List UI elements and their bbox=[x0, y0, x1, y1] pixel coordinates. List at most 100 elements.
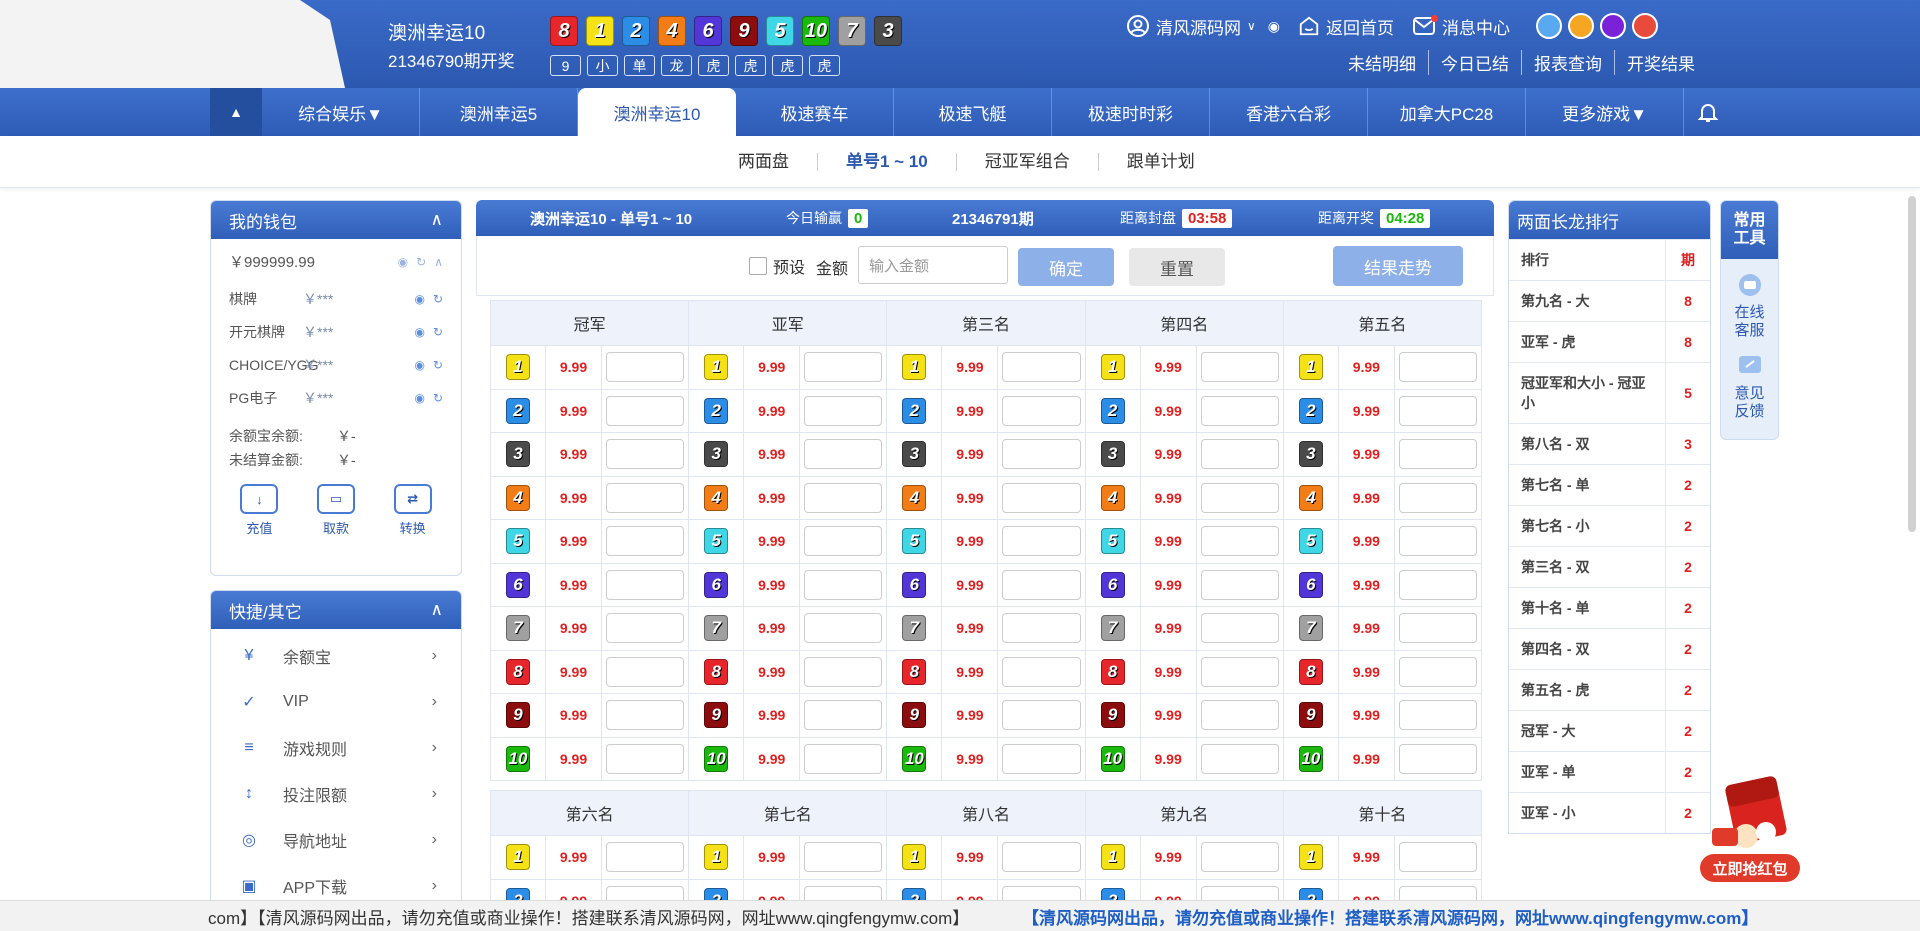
quick-item[interactable]: ◎ 导航地址 › bbox=[211, 817, 461, 863]
bet-amount-input[interactable] bbox=[1398, 842, 1478, 873]
tab-game[interactable]: 极速飞艇 bbox=[894, 88, 1052, 136]
tab-game[interactable]: 更多游戏▼ bbox=[1526, 88, 1684, 136]
eye-icon[interactable]: ◉ bbox=[1268, 18, 1280, 35]
bet-amount-input[interactable] bbox=[1200, 842, 1279, 873]
header-link[interactable]: 报表查询 bbox=[1521, 50, 1614, 75]
bet-amount-input[interactable] bbox=[1200, 885, 1279, 900]
bet-amount-input[interactable] bbox=[606, 482, 685, 513]
wallet-header[interactable]: 我的钱包 ∧ bbox=[211, 201, 461, 239]
bet-amount-input[interactable] bbox=[804, 482, 883, 513]
tab-game[interactable]: 澳洲幸运10 bbox=[578, 88, 736, 136]
bet-amount-input[interactable] bbox=[606, 613, 685, 644]
bet-amount-input[interactable] bbox=[1200, 526, 1279, 557]
quick-item[interactable]: ✓ VIP › bbox=[211, 679, 461, 725]
bet-amount-input[interactable] bbox=[804, 526, 883, 557]
tab-game[interactable]: 加拿大PC28 bbox=[1368, 88, 1526, 136]
bet-amount-input[interactable] bbox=[804, 743, 883, 774]
theme-color-button[interactable] bbox=[1568, 13, 1595, 39]
bet-amount-input[interactable] bbox=[1398, 526, 1478, 557]
bet-amount-input[interactable] bbox=[1200, 482, 1279, 513]
tab-game[interactable]: 极速赛车 bbox=[736, 88, 894, 136]
bet-amount-input[interactable] bbox=[804, 352, 883, 383]
wallet-action-button[interactable]: ⇄ 转换 bbox=[393, 484, 432, 537]
tab-game[interactable]: 香港六合彩 bbox=[1210, 88, 1368, 136]
bet-amount-input[interactable] bbox=[1398, 439, 1478, 470]
trend-button[interactable]: 结果走势 bbox=[1333, 246, 1463, 286]
bet-amount-input[interactable] bbox=[804, 885, 883, 900]
bell-icon[interactable] bbox=[1688, 88, 1728, 136]
bet-amount-input[interactable] bbox=[606, 743, 685, 774]
eye-icon[interactable]: ◉ bbox=[414, 391, 424, 405]
bet-amount-input[interactable] bbox=[606, 439, 685, 470]
theme-color-button[interactable] bbox=[1600, 13, 1627, 39]
message-center-link[interactable]: 消息中心 bbox=[1412, 14, 1510, 39]
subnav-tab[interactable]: 单号1 ~ 10 bbox=[817, 153, 956, 171]
header-link[interactable]: 开奖结果 bbox=[1614, 50, 1707, 75]
bet-amount-input[interactable] bbox=[606, 569, 685, 600]
red-packet-button[interactable]: 立即抢红包 bbox=[1700, 854, 1800, 882]
wallet-action-button[interactable]: ↓ 充值 bbox=[240, 484, 279, 537]
preset-checkbox[interactable]: 预设 bbox=[749, 254, 805, 278]
bet-amount-input[interactable] bbox=[606, 395, 685, 426]
bet-amount-input[interactable] bbox=[804, 613, 883, 644]
bet-amount-input[interactable] bbox=[1398, 613, 1478, 644]
quick-item[interactable]: ¥ 余额宝 › bbox=[211, 633, 461, 679]
bet-amount-input[interactable] bbox=[1398, 569, 1478, 600]
amount-input[interactable]: 输入金额 bbox=[858, 246, 1008, 284]
bet-amount-input[interactable] bbox=[1002, 613, 1081, 644]
bet-amount-input[interactable] bbox=[1398, 352, 1478, 383]
bet-amount-input[interactable] bbox=[804, 569, 883, 600]
user-menu[interactable]: 清风源码网 ∨ ◉ bbox=[1126, 14, 1280, 39]
bet-amount-input[interactable] bbox=[1002, 743, 1081, 774]
bet-amount-input[interactable] bbox=[804, 842, 883, 873]
bet-amount-input[interactable] bbox=[1002, 656, 1081, 687]
header-link[interactable]: 未结明细 bbox=[1336, 50, 1428, 75]
bet-amount-input[interactable] bbox=[1002, 885, 1081, 900]
eye-icon[interactable]: ◉ bbox=[414, 292, 424, 306]
bet-amount-input[interactable] bbox=[1002, 482, 1081, 513]
subnav-tab[interactable]: 跟单计划 bbox=[1097, 153, 1223, 171]
reset-button[interactable]: 重置 bbox=[1129, 248, 1225, 286]
bet-amount-input[interactable] bbox=[606, 656, 685, 687]
bet-amount-input[interactable] bbox=[1002, 352, 1081, 383]
header-link[interactable]: 今日已结 bbox=[1428, 50, 1521, 75]
feedback-button[interactable]: 意见反馈 bbox=[1721, 340, 1778, 421]
eye-icon[interactable]: ◉ bbox=[414, 358, 424, 372]
refresh-icon[interactable]: ↻ bbox=[433, 325, 443, 339]
subnav-tab[interactable]: 冠亚军组合 bbox=[955, 153, 1098, 171]
theme-color-button[interactable] bbox=[1536, 13, 1563, 39]
quick-header[interactable]: 快捷/其它 ∧ bbox=[211, 591, 461, 629]
bet-amount-input[interactable] bbox=[1002, 526, 1081, 557]
chevron-up-icon[interactable]: ∧ bbox=[431, 600, 443, 620]
quick-item[interactable]: ≡ 游戏规则 › bbox=[211, 725, 461, 771]
tab-game[interactable]: 澳洲幸运5 bbox=[420, 88, 578, 136]
tab-game[interactable]: 极速时时彩 bbox=[1052, 88, 1210, 136]
bet-amount-input[interactable] bbox=[1200, 569, 1279, 600]
tab-game[interactable]: 综合娱乐▼ bbox=[262, 88, 420, 136]
bet-amount-input[interactable] bbox=[606, 842, 685, 873]
eye-icon[interactable]: ◉ bbox=[414, 325, 424, 339]
bet-amount-input[interactable] bbox=[804, 656, 883, 687]
refresh-icon[interactable]: ↻ bbox=[416, 255, 426, 269]
bet-amount-input[interactable] bbox=[606, 352, 685, 383]
bet-amount-input[interactable] bbox=[1200, 700, 1279, 731]
refresh-icon[interactable]: ↻ bbox=[433, 358, 443, 372]
bet-amount-input[interactable] bbox=[804, 439, 883, 470]
nav-collapse-button[interactable]: ▲ bbox=[210, 88, 262, 136]
bet-amount-input[interactable] bbox=[1002, 395, 1081, 426]
refresh-icon[interactable]: ↻ bbox=[433, 292, 443, 306]
bet-amount-input[interactable] bbox=[606, 700, 685, 731]
online-service-button[interactable]: 在线客服 bbox=[1721, 259, 1778, 340]
subnav-tab[interactable]: 两面盘 bbox=[710, 153, 817, 171]
bet-amount-input[interactable] bbox=[1002, 700, 1081, 731]
refresh-icon[interactable]: ↻ bbox=[433, 391, 443, 405]
bet-amount-input[interactable] bbox=[1002, 842, 1081, 873]
bet-amount-input[interactable] bbox=[1398, 885, 1478, 900]
bet-amount-input[interactable] bbox=[606, 885, 685, 900]
bet-amount-input[interactable] bbox=[1200, 439, 1279, 470]
bet-amount-input[interactable] bbox=[1200, 352, 1279, 383]
theme-color-button[interactable] bbox=[1632, 13, 1659, 39]
bet-amount-input[interactable] bbox=[1398, 395, 1478, 426]
bet-amount-input[interactable] bbox=[1398, 482, 1478, 513]
bet-amount-input[interactable] bbox=[1398, 743, 1478, 774]
